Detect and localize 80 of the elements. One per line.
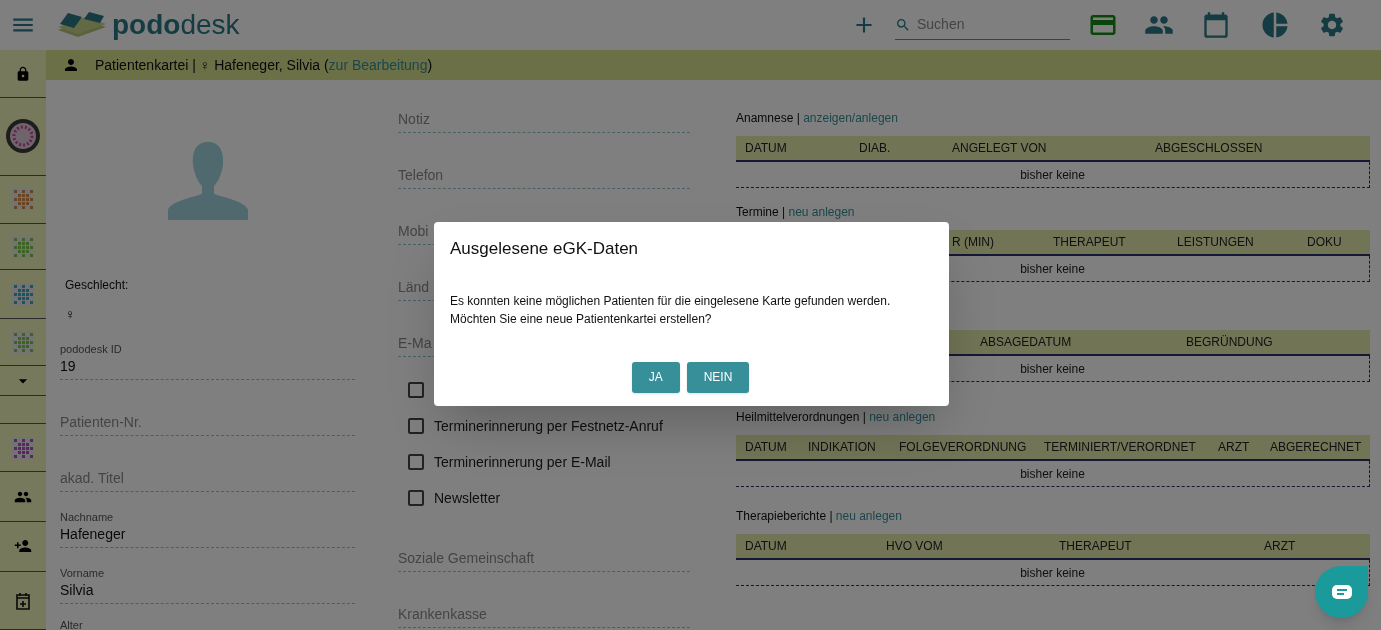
column-header: DIAB. — [859, 140, 892, 157]
column-header: ABSAGEDATUM — [980, 334, 1073, 351]
column-header: BEGRÜNDUNG — [1186, 334, 1274, 351]
search-field[interactable]: Suchen — [917, 14, 1057, 35]
field-label: Alter — [60, 618, 84, 630]
empty-message: bisher keine — [1020, 564, 1085, 582]
input-field[interactable]: akad. Titel — [60, 468, 355, 488]
header-title: Patientenkartei | ♀ Hafeneger, Silvia (zur Bearbeitung) — [95, 55, 433, 75]
input-field[interactable]: Soziale Gemeinschaft — [398, 548, 690, 568]
calendar-add-icon[interactable] — [15, 591, 31, 610]
section-link[interactable]: neu anlegen — [835, 509, 902, 523]
column-header: ANGELEGT VON — [952, 140, 1048, 157]
column-header: DATUM — [745, 439, 788, 456]
field-label: Vorname — [60, 566, 106, 580]
column-header: ABGESCHLOSSEN — [1155, 140, 1264, 157]
field-value[interactable]: Hafeneger — [60, 524, 355, 544]
field-value[interactable]: 19 — [60, 356, 355, 376]
section-title: Therapieberichte | neu anlegen — [736, 508, 903, 525]
field-label: Nachname — [60, 510, 115, 524]
calendar-icon[interactable] — [1202, 10, 1230, 40]
checkbox[interactable] — [408, 418, 424, 434]
section-link[interactable]: neu anlegen — [788, 205, 855, 219]
checkbox[interactable] — [408, 454, 424, 470]
checkbox-label: Terminerinnerung per Festnetz-Anruf — [434, 416, 663, 436]
column-header: FOLGEVERORDNUNG — [899, 439, 1028, 456]
input-field[interactable]: Krankenkasse — [398, 604, 690, 624]
section-title: Anamnese | anzeigen/anlegen — [736, 110, 899, 127]
column-header: ABGERECHNET — [1270, 439, 1363, 456]
section-link[interactable]: anzeigen/anlegen — [803, 111, 898, 125]
column-header: ARZT — [1264, 538, 1297, 555]
settings-icon[interactable] — [1318, 11, 1346, 39]
chart-icon[interactable] — [1260, 10, 1290, 40]
pattern-icon[interactable] — [12, 436, 34, 459]
section-link[interactable]: neu anlegen — [869, 410, 936, 424]
column-header: R (MIN) — [952, 234, 995, 251]
pattern-icon[interactable] — [12, 235, 34, 258]
pattern-icon[interactable] — [12, 283, 34, 306]
empty-message: bisher keine — [1020, 360, 1085, 378]
column-header: THERAPEUT — [1059, 538, 1133, 555]
field-label: pododesk ID — [60, 342, 123, 356]
chat-button[interactable] — [1315, 566, 1368, 618]
dialog-title: Ausgelesene eGK-Daten — [450, 238, 640, 260]
gender-value: ♀ — [64, 305, 77, 324]
lock-icon[interactable] — [15, 65, 31, 82]
column-header: TERMINIERT/VERORDNET — [1044, 439, 1197, 456]
yes-button[interactable]: JA — [631, 361, 680, 393]
column-header: THERAPEUT — [1053, 234, 1127, 251]
section-title: Heilmittelverordnungen | neu anlegen — [736, 409, 937, 426]
input-field[interactable]: Telefon — [398, 165, 690, 185]
column-header: DATUM — [745, 538, 788, 555]
pattern-icon[interactable] — [12, 330, 34, 353]
chat-icon — [1330, 584, 1353, 600]
gender-label: Geschlecht: — [64, 277, 130, 294]
field-value[interactable]: Silvia — [60, 580, 355, 600]
person-icon — [62, 56, 80, 74]
logo-text: pododesk — [112, 11, 240, 39]
dialog-message: Möchten Sie eine neue Patientenkartei erstellen? — [450, 310, 713, 328]
column-header: DOKU — [1307, 234, 1343, 251]
checkbox[interactable] — [408, 382, 424, 398]
checkbox[interactable] — [408, 490, 424, 506]
avatar-icon[interactable] — [5, 118, 41, 155]
column-header: HVO VOM — [886, 538, 944, 555]
column-header: LEISTUNGEN — [1177, 234, 1255, 251]
dialog-message: Es konnten keine möglichen Patienten für die eingelesene Karte gefunden werden. — [450, 292, 892, 310]
section-title: Termine | neu anlegen — [736, 204, 856, 221]
pattern-icon[interactable] — [12, 188, 34, 211]
search-icon — [895, 16, 911, 33]
column-header: DATUM — [745, 140, 788, 157]
input-field[interactable]: Patienten-Nr. — [60, 412, 355, 432]
empty-message: bisher keine — [1020, 465, 1085, 483]
edit-link[interactable]: zur Bearbeitung — [328, 56, 428, 73]
column-header: ARZT — [1218, 439, 1251, 456]
checkbox-label: Terminerinnerung per E-Mail — [434, 452, 611, 472]
input-field[interactable]: Notiz — [398, 109, 690, 129]
empty-message: bisher keine — [1020, 166, 1085, 184]
checkbox-label: Newsletter — [434, 488, 501, 508]
logo-icon — [56, 10, 108, 40]
empty-message: bisher keine — [1020, 260, 1085, 278]
column-header: INDIKATION — [808, 439, 877, 456]
no-button[interactable]: NEIN — [686, 361, 750, 393]
